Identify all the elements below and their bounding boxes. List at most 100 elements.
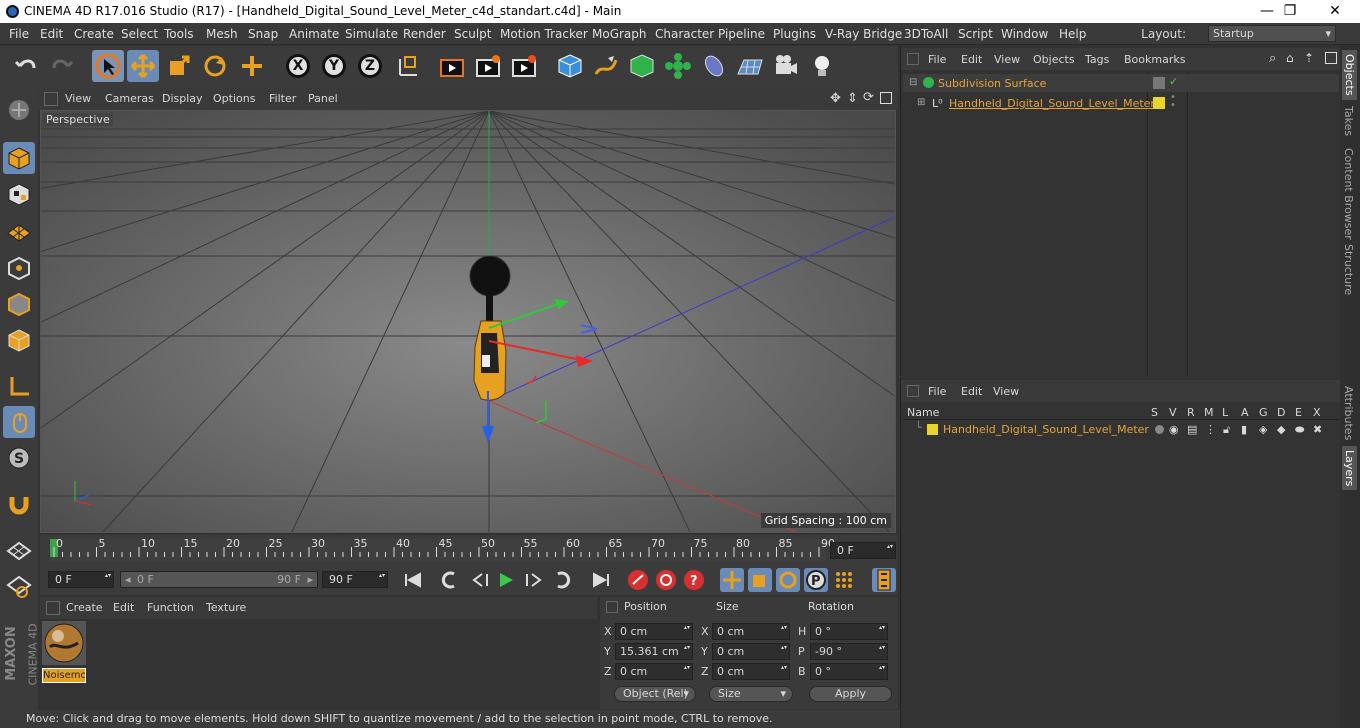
go-to-end-button[interactable] (589, 568, 613, 592)
lock-icon[interactable]: 🔓︎ (1223, 423, 1230, 437)
rotation-h-field[interactable]: 0 ° (810, 623, 888, 640)
viewport-rotate-icon[interactable]: ⟳ (863, 90, 874, 105)
scale-tool-button[interactable] (163, 50, 195, 82)
visibility-dots-icon[interactable]: • • (1170, 93, 1176, 111)
redo-button[interactable] (46, 50, 78, 82)
menu-file[interactable]: File (9, 27, 29, 41)
menu-tools[interactable]: Tools (164, 27, 194, 41)
menu-snap[interactable]: Snap (248, 27, 278, 41)
next-key-button[interactable] (550, 568, 574, 592)
menu-script[interactable]: Script (958, 27, 993, 41)
object-menu-bookmarks[interactable]: Bookmarks (1124, 53, 1185, 66)
search-icon[interactable]: ⌕ (1269, 51, 1276, 66)
menu-create[interactable]: Create (74, 27, 114, 41)
undo-button[interactable] (10, 50, 42, 82)
play-button[interactable] (494, 568, 518, 592)
axis-mode-button[interactable] (3, 370, 35, 402)
new-panel-icon[interactable] (1325, 52, 1337, 64)
arrow-up-icon[interactable]: ⇡ (1304, 51, 1314, 65)
render-picture-viewer-button[interactable] (472, 50, 504, 82)
points-mode-button[interactable] (3, 252, 35, 284)
start-frame-field[interactable]: 0 F (48, 571, 114, 588)
viewport-zoom-icon[interactable]: ⇕ (847, 91, 858, 106)
layer-menu-view[interactable]: View (993, 385, 1019, 398)
menu-plugins[interactable]: Plugins (773, 27, 816, 41)
texture-mode-button[interactable] (3, 178, 35, 210)
menu-animate[interactable]: Animate (289, 27, 339, 41)
layer-menu-edit[interactable]: Edit (961, 385, 982, 398)
viewport-move-icon[interactable]: ✥ (830, 91, 841, 106)
viewport-menu-panel[interactable]: Panel (308, 92, 338, 105)
next-frame-button[interactable] (522, 568, 546, 592)
menu-simulate[interactable]: Simulate (345, 27, 398, 41)
viewport-menu-cameras[interactable]: Cameras (105, 92, 154, 105)
menu-motion-tracker[interactable]: Motion Tracker (500, 27, 588, 41)
xref-icon[interactable]: ✖ (1313, 423, 1322, 436)
object-menu-edit[interactable]: Edit (961, 53, 982, 66)
viewport-maximize-icon[interactable] (880, 92, 892, 104)
menu-edit[interactable]: Edit (40, 27, 63, 41)
y-axis-lock-button[interactable]: Y (318, 50, 350, 82)
workplane-mode-button[interactable] (3, 214, 35, 246)
layer-color-swatch[interactable] (927, 424, 938, 435)
key-rotation-button[interactable] (776, 568, 800, 592)
viewport-menu-options[interactable]: Options (213, 92, 255, 105)
position-x-field[interactable]: 0 cm (615, 623, 693, 640)
tab-layers[interactable]: Layers (1342, 446, 1357, 491)
key-parameter-button[interactable]: P (804, 568, 828, 592)
coordinate-system-button[interactable] (392, 50, 424, 82)
current-frame-field[interactable]: 0 F (830, 542, 896, 559)
keyframe-selection-button[interactable]: ? (682, 568, 706, 592)
menu-render[interactable]: Render (403, 27, 446, 41)
perspective-viewport[interactable]: Perspective Grid Spacing : 100 cm (40, 110, 896, 533)
deformer-icon[interactable]: ◆ (1277, 423, 1285, 436)
tab-attributes[interactable]: Attributes (1342, 386, 1355, 440)
key-scale-button[interactable] (748, 568, 772, 592)
viewport-menu-view[interactable]: View (65, 92, 91, 105)
material-swatch[interactable]: Noisemo (42, 621, 86, 683)
size-x-field[interactable]: 0 cm (712, 623, 790, 640)
size-z-field[interactable]: 0 cm (712, 663, 790, 680)
render-clapper-icon[interactable]: ▤ (1187, 423, 1197, 436)
viewport-menu-display[interactable]: Display (162, 92, 203, 105)
apply-button[interactable]: Apply (809, 686, 892, 702)
previous-key-button[interactable] (438, 568, 462, 592)
rotation-p-field[interactable]: -90 ° (810, 643, 888, 660)
model-mode-button[interactable] (3, 142, 35, 174)
object-menu-objects[interactable]: Objects (1033, 53, 1075, 66)
menu-help[interactable]: Help (1059, 27, 1086, 41)
pen-spline-button[interactable] (590, 50, 622, 82)
key-pla-button[interactable] (832, 568, 856, 592)
tab-content-browser[interactable]: Content Browser (1342, 148, 1355, 240)
move-tool-button[interactable] (127, 50, 159, 82)
z-axis-lock-button[interactable]: Z (354, 50, 386, 82)
tab-takes[interactable]: Takes (1342, 106, 1355, 136)
edges-mode-button[interactable] (3, 288, 35, 320)
maximize-button[interactable]: ❐ (1267, 0, 1313, 23)
rotate-tool-button[interactable] (199, 50, 231, 82)
render-view-button[interactable] (436, 50, 468, 82)
menu-character[interactable]: Character (655, 27, 714, 41)
cloner-button[interactable] (662, 50, 694, 82)
position-z-field[interactable]: 0 cm (615, 663, 693, 680)
previous-frame-button[interactable] (468, 568, 492, 592)
transform-tool-button[interactable] (236, 50, 268, 82)
menu-vray-bridge[interactable]: V-Ray Bridge (825, 27, 902, 41)
key-position-button[interactable] (720, 568, 744, 592)
tab-structure[interactable]: Structure (1342, 244, 1355, 295)
frame-range-slider[interactable]: ◂ 0 F 90 F ▸ (120, 571, 318, 588)
object-menu-tags[interactable]: Tags (1085, 53, 1109, 66)
layer-row[interactable]: └ Handheld_Digital_Sound_Level_Meter ◉ ▤… (903, 421, 1339, 438)
polygons-mode-button[interactable] (3, 324, 35, 356)
camera-button[interactable] (770, 50, 802, 82)
end-frame-field[interactable]: 90 F (322, 571, 388, 588)
eye-icon[interactable]: ◉ (1169, 423, 1179, 436)
menu-mograph[interactable]: MoGraph (592, 27, 647, 41)
light-button[interactable] (806, 50, 838, 82)
close-button[interactable]: ✕ (1312, 0, 1358, 23)
animation-film-icon[interactable]: ▮ (1241, 423, 1247, 436)
subdivision-surface-button[interactable] (626, 50, 658, 82)
viewport-menu-filter[interactable]: Filter (269, 92, 296, 105)
object-menu-file[interactable]: File (928, 53, 946, 66)
coordinate-mode-dropdown[interactable]: Object (Rel) ▾ (614, 686, 696, 702)
